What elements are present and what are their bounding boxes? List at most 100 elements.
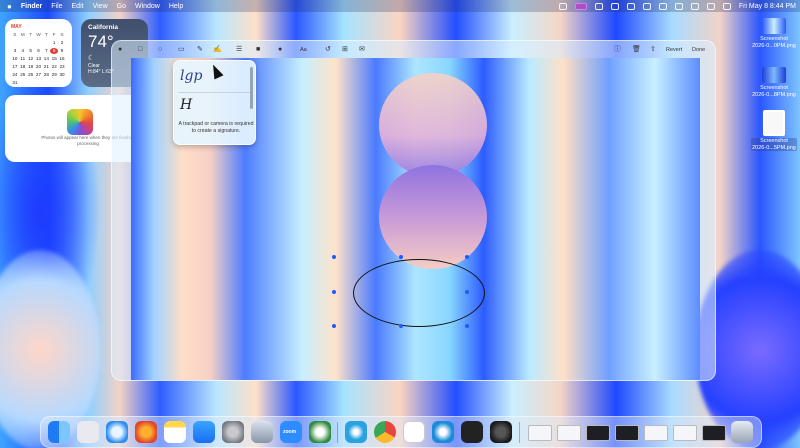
resize-handle[interactable]	[332, 255, 336, 259]
calendar-day: 22	[51, 64, 57, 69]
calendar-day	[11, 40, 19, 46]
finder-icon[interactable]	[48, 421, 70, 443]
menu-view[interactable]: View	[93, 3, 108, 10]
calendar-day	[42, 40, 50, 46]
menu-go[interactable]: Go	[117, 3, 126, 10]
telegram-icon[interactable]	[345, 421, 367, 443]
resize-handle[interactable]	[465, 290, 469, 294]
desktop-file[interactable]: Screenshot 2026-0...0PM.png	[746, 18, 800, 49]
notes-icon[interactable]	[164, 421, 186, 443]
calendar-day: 7	[45, 48, 48, 53]
activity-monitor-icon[interactable]	[490, 421, 512, 443]
calendar-day	[35, 40, 43, 46]
minimized-window-thumbnail[interactable]	[586, 425, 610, 441]
calendar-day: 28	[43, 72, 49, 77]
resize-handle[interactable]	[332, 290, 336, 294]
screen-share-icon[interactable]	[574, 2, 587, 10]
close-markup-icon[interactable]: ●	[118, 45, 122, 54]
app-icon[interactable]	[309, 421, 331, 443]
calendar-day: 26	[28, 72, 34, 77]
text-box-tool-icon[interactable]: ▭	[178, 45, 185, 54]
calendar-day: 2	[60, 40, 64, 45]
revert-button[interactable]: Revert	[666, 45, 682, 54]
popover-scrollbar[interactable]	[250, 67, 253, 109]
calendar-day: 30	[59, 72, 65, 77]
menu-extra-icon[interactable]	[610, 2, 619, 10]
minimized-window-thumbnail[interactable]	[673, 425, 697, 441]
rotate-icon[interactable]: ↺	[325, 45, 331, 54]
minimized-window-thumbnail[interactable]	[615, 425, 639, 441]
signature-tool-icon[interactable]: ✍	[213, 45, 222, 54]
resize-handle[interactable]	[399, 324, 403, 328]
trash-bin-icon[interactable]	[731, 421, 753, 443]
annotate-icon[interactable]: ✉	[359, 45, 365, 54]
file-name-detail: 2026-0...5PM.png	[752, 144, 796, 151]
crop-icon[interactable]: ⊞	[342, 45, 348, 54]
done-button[interactable]: Done	[692, 45, 705, 54]
calendar-day: 16	[59, 56, 65, 61]
control-center-icon[interactable]	[722, 2, 731, 10]
bluetooth-icon[interactable]	[658, 2, 667, 10]
chrome-status-icon[interactable]	[642, 2, 651, 10]
menu-help[interactable]: Help	[169, 3, 183, 10]
line-style-icon[interactable]: ☰	[236, 45, 242, 54]
app-store-icon[interactable]	[193, 421, 215, 443]
calendar-weekday: S	[60, 32, 64, 37]
apple-menu-icon[interactable]: ●	[7, 2, 12, 11]
gradient-circle-bottom	[379, 165, 487, 269]
safari-icon[interactable]	[106, 421, 128, 443]
calendar-widget[interactable]: MAY S M T W T F S 1 2 3 4 5 6 7 8 9 10 11 12 13 14 15 16 17 18 19…	[5, 19, 72, 87]
minimized-window-thumbnail[interactable]	[644, 425, 668, 441]
resize-handle[interactable]	[399, 255, 403, 259]
calendar-app-icon[interactable]	[403, 421, 425, 443]
battery-icon[interactable]	[674, 2, 683, 10]
border-color-icon[interactable]: ■	[256, 45, 260, 54]
fill-color-icon[interactable]: ●	[278, 45, 282, 54]
share-icon[interactable]: ⇧	[650, 45, 656, 54]
calendar-weekday: T	[29, 32, 33, 37]
pen-tool-icon[interactable]: ✎	[197, 45, 203, 54]
recording-icon[interactable]	[558, 2, 567, 10]
calendar-day: 23	[59, 64, 65, 69]
shapes-tool-icon[interactable]: ○	[158, 45, 162, 54]
calendar-day: 19	[28, 64, 34, 69]
terminal-icon[interactable]	[461, 421, 483, 443]
minimized-window-thumbnail[interactable]	[528, 425, 552, 441]
file-name: Screenshot	[760, 36, 788, 42]
signature-option-2[interactable]: H	[180, 96, 245, 122]
resize-handle[interactable]	[465, 255, 469, 259]
wifi-icon[interactable]	[690, 2, 699, 10]
calendar-weekday: F	[52, 32, 56, 37]
menu-edit[interactable]: Edit	[72, 3, 84, 10]
cloud-icon[interactable]	[594, 2, 603, 10]
text-style-button[interactable]: Aa	[300, 45, 307, 54]
preview-icon[interactable]	[251, 421, 273, 443]
minimized-window-thumbnail[interactable]	[557, 425, 581, 441]
search-icon[interactable]	[706, 2, 715, 10]
desktop-file-selected[interactable]: Screenshot 2026-0...5PM.png	[746, 110, 800, 151]
system-settings-icon[interactable]	[222, 421, 244, 443]
trash-icon[interactable]: 🗑	[632, 45, 641, 54]
resize-handle[interactable]	[465, 324, 469, 328]
dock: zoom	[40, 416, 762, 448]
launchpad-icon[interactable]	[77, 421, 99, 443]
calendar-day: 20	[35, 64, 42, 69]
calendar-day: 24	[12, 72, 18, 77]
calendar-day	[19, 80, 27, 86]
resize-handle[interactable]	[332, 324, 336, 328]
markup-toolbar: ● □ ○ ▭ ✎ ✍ ☰ ■ ● Aa ↺ ⊞ ✉ ⓘ 🗑 ⇧ Revert …	[112, 41, 715, 58]
divider	[178, 92, 250, 93]
menu-app-name[interactable]: Finder	[21, 3, 42, 10]
minimized-window-thumbnail[interactable]	[702, 425, 726, 441]
info-icon[interactable]: ⓘ	[614, 45, 621, 54]
selection-tool-icon[interactable]: □	[138, 45, 142, 54]
menu-datetime[interactable]: Fri May 8 8:44 PM	[739, 3, 796, 10]
chrome-icon[interactable]	[374, 421, 396, 443]
firefox-icon[interactable]	[135, 421, 157, 443]
calendar-day	[42, 80, 50, 86]
display-icon[interactable]	[626, 2, 635, 10]
edge-icon[interactable]	[432, 421, 454, 443]
desktop-file[interactable]: Screenshot 2026-0...8PM.png	[746, 67, 800, 98]
menu-file[interactable]: File	[51, 3, 62, 10]
menu-window[interactable]: Window	[135, 3, 160, 10]
